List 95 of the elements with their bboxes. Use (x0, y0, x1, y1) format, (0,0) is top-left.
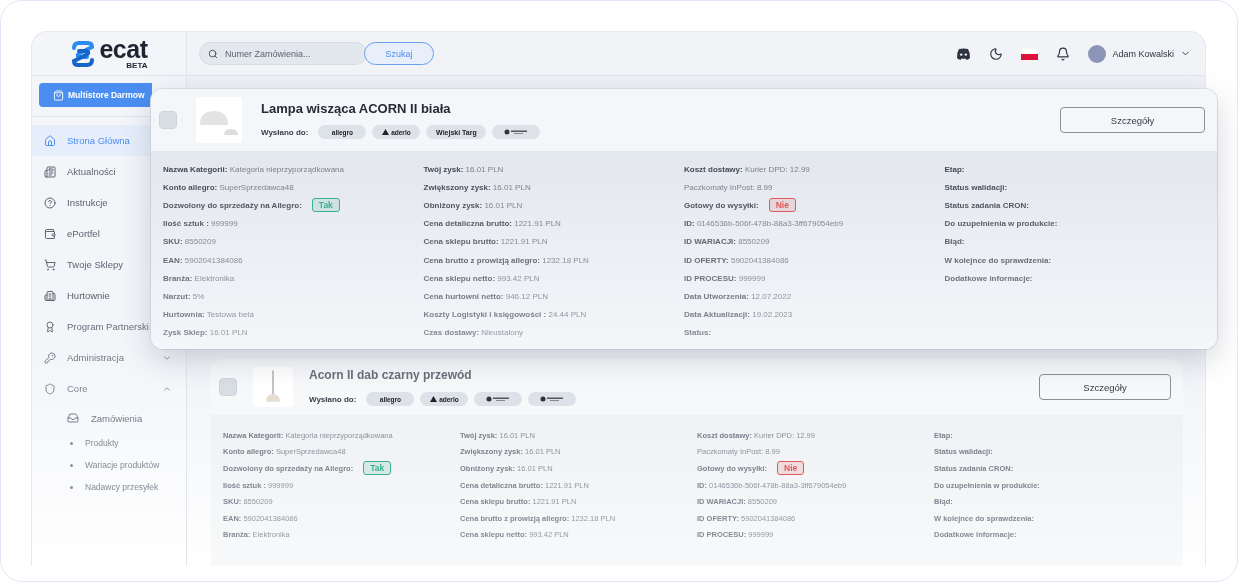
detail-text: EAN: 5902041384086 (163, 255, 243, 265)
status-badge: Tak (311, 198, 340, 213)
detail-text: Zwiększony zysk: 16.01 PLN (423, 182, 531, 192)
status-badge: Nie (768, 198, 796, 213)
detail-label: Dozwolony do sprzedaży na Allegro: (163, 200, 302, 210)
bullet-icon (70, 485, 73, 489)
help-circle-icon (44, 196, 56, 209)
beta-label: BETA (126, 62, 148, 70)
detail-text: Data Utworzenia: 12.07.2022 (684, 291, 792, 301)
search-input[interactable]: Numer Zamówienia... (223, 47, 343, 60)
detail-text: ID WARIACJI: 8550209 (684, 237, 770, 247)
detail-text: ID PROCESU: 999999 (684, 273, 766, 283)
shipped-label: Wysłano do: (261, 127, 309, 137)
details-button[interactable]: Szczegóły (1060, 107, 1205, 133)
detail-text: W kolejnce do sprawdzenia: (944, 255, 1052, 265)
bag-icon (53, 89, 64, 101)
sidebar-item[interactable]: Administracja (32, 342, 186, 373)
chat-controller-icon[interactable] (956, 47, 972, 60)
sidebar-item[interactable]: Core (32, 373, 186, 404)
moon-icon[interactable] (989, 46, 1004, 61)
product-title: Acorn II dab czarny przewód (309, 368, 473, 382)
bullet-icon (70, 441, 73, 445)
detail-text: Hurtownia: Testowa beta (163, 310, 254, 320)
detail-text: Obniżony zysk: 16.01 PLN (423, 200, 523, 210)
detail-text: Status zadania CRON: (944, 200, 1029, 210)
sidebar-subitem[interactable]: Wariacje produktów (32, 454, 186, 476)
detail-text: Etap: (944, 164, 965, 174)
logo-mark-icon (70, 40, 97, 67)
award-icon (44, 320, 56, 333)
checkbox[interactable] (219, 378, 237, 396)
detail-text: SKU: 8550209 (163, 237, 216, 247)
sidebar-item[interactable]: Twoje Sklepy (32, 249, 151, 280)
wallet-icon (44, 227, 56, 240)
sidebar-item[interactable]: Strona Główna (32, 125, 151, 156)
sidebar-item[interactable]: Hurtownie (32, 280, 151, 311)
sidebar-item[interactable]: Instrukcje (32, 187, 151, 218)
bullet-icon (70, 463, 73, 467)
cart-icon (44, 258, 56, 271)
shield-icon (44, 382, 56, 395)
lamp-thumbnail (196, 97, 242, 143)
detail-text: Twój zysk: 16.01 PLN (423, 164, 504, 174)
sidebar-subitem[interactable]: Zamówienia (32, 404, 186, 432)
detail-text: Status walidacji: (944, 182, 1008, 192)
detail-text: Narzut: 5% (163, 291, 205, 301)
tray-icon (67, 412, 79, 424)
sidebar-item[interactable]: Aktualności (32, 156, 151, 187)
detail-text: Błąd: (944, 237, 965, 247)
sidebar-item[interactable]: ePortfel (32, 218, 151, 249)
detail-text: Branża: Elektronika (163, 273, 235, 283)
detail-text: Konto allegro: SuperSprzedawca48 (163, 182, 294, 192)
search-button[interactable]: Szukaj (364, 42, 434, 65)
detail-text: ID: 0146536b-506f-478b-88a3-3ff679054eb9 (684, 219, 844, 229)
search-field[interactable]: Numer Zamówienia... (199, 42, 367, 65)
product-title: Lampa wisząca ACORN II biała (261, 101, 452, 116)
detail-text: Cena detaliczna brutto: 1221.91 PLN (423, 219, 561, 229)
search-icon (208, 48, 218, 59)
detail-text: ID OFERTY: 5902041384086 (684, 255, 789, 265)
detail-text: Ilość sztuk : 999999 (163, 219, 238, 229)
detail-text: Do uzupełnienia w produkcie: (944, 219, 1058, 229)
multistore-button[interactable]: Multistore Darmow (39, 83, 152, 107)
status-badge: Nie (777, 461, 805, 476)
detail-text: Paczkomaty InPost: 8.99 (684, 182, 773, 192)
buildings-icon (44, 289, 56, 302)
home-icon (44, 134, 56, 147)
detail-text: Koszty Logistyki i księgowości : 24.44 PLN (423, 310, 587, 320)
checkbox[interactable] (159, 111, 177, 129)
marketplace-logo (474, 392, 523, 406)
status-badge: Tak (363, 461, 392, 476)
user-name[interactable]: Adam Kowalski (1112, 48, 1174, 59)
detail-text: Nazwa Kategorii: Kategoria nieprzyporządkowana (163, 164, 344, 174)
logo-wordmark: ecat (99, 37, 148, 62)
detail-text: Czas dostawy: Nieustalony (423, 328, 524, 338)
detail-text: Data Aktualizacji: 19.02.2023 (684, 310, 793, 320)
detail-text: Cena hurtowni netto: 946.12 PLN (423, 291, 548, 301)
detail-text: Dodatkowe informacje: (944, 273, 1033, 283)
avatar[interactable] (1088, 44, 1107, 63)
key-icon (44, 351, 56, 364)
sidebar-subitem[interactable]: Nadawcy przesyłek (32, 476, 186, 498)
detail-text: Zysk Sklep: 16.01 PLN (163, 328, 248, 338)
newspaper-icon (44, 165, 56, 178)
bell-icon[interactable] (1056, 46, 1071, 61)
detail-text: Cena brutto z prowizją allegro: 1232.18 PLN (423, 255, 589, 265)
details-button[interactable]: Szczegóły (1039, 374, 1171, 400)
marketplace-logo (528, 392, 577, 406)
lamp-thumbnail (253, 367, 293, 407)
sidebar-item[interactable]: Program Partnerski (32, 311, 151, 342)
detail-text: Koszt dostawy: Kurier DPD: 12.99 (684, 164, 810, 174)
sidebar-subitem[interactable]: Produkty (32, 432, 186, 454)
detail-text: Cena sklepu netto: 993.42 PLN (423, 273, 540, 283)
marketplace-logo (492, 125, 541, 139)
shipped-label: Wysłano do: (309, 394, 357, 404)
detail-text: Cena sklepu brutto: 1221.91 PLN (423, 237, 548, 247)
detail-label: Gotowy do wysyłki: (684, 200, 759, 210)
detail-text: Status: (684, 328, 712, 338)
flag-icon[interactable] (1021, 47, 1039, 60)
